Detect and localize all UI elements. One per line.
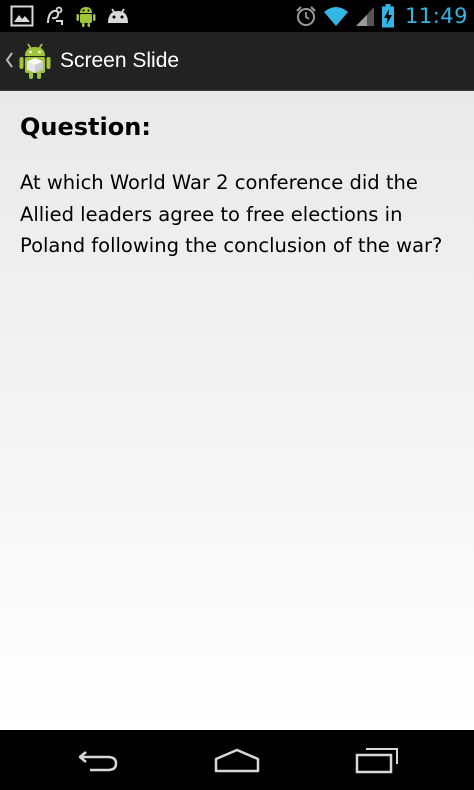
- home-button[interactable]: [187, 730, 287, 790]
- question-heading: Question:: [20, 113, 151, 141]
- navigation-bar: [0, 730, 474, 790]
- recent-apps-button[interactable]: [327, 730, 427, 790]
- wifi-icon: [323, 7, 348, 26]
- android-head-icon: [108, 8, 128, 23]
- alarm-icon: [296, 6, 316, 26]
- battery-charging-icon: [381, 4, 394, 28]
- action-bar-title: Screen Slide: [60, 49, 180, 72]
- home-icon: [214, 748, 260, 773]
- android-app-icon[interactable]: [18, 42, 52, 80]
- usb-debug-icon: [47, 6, 63, 25]
- content-area: Question: At which World War 2 conferenc…: [0, 91, 474, 730]
- back-button[interactable]: [48, 730, 148, 790]
- status-time: 11:49: [404, 4, 468, 28]
- system-icons: 11:49: [295, 0, 468, 32]
- question-text: At which World War 2 conference did the …: [20, 171, 443, 257]
- signal-icon: [355, 7, 374, 26]
- notification-icons: [10, 4, 130, 28]
- recent-apps-icon: [355, 748, 398, 774]
- screen: 11:49 Screen Slide Question: At which Wo…: [0, 0, 474, 790]
- action-bar: Screen Slide: [0, 32, 474, 91]
- chevron-left-icon[interactable]: [4, 51, 14, 69]
- android-robot-icon: [76, 7, 96, 27]
- back-icon: [78, 751, 118, 772]
- status-bar: 11:49: [0, 0, 474, 32]
- gallery-icon: [10, 5, 34, 27]
